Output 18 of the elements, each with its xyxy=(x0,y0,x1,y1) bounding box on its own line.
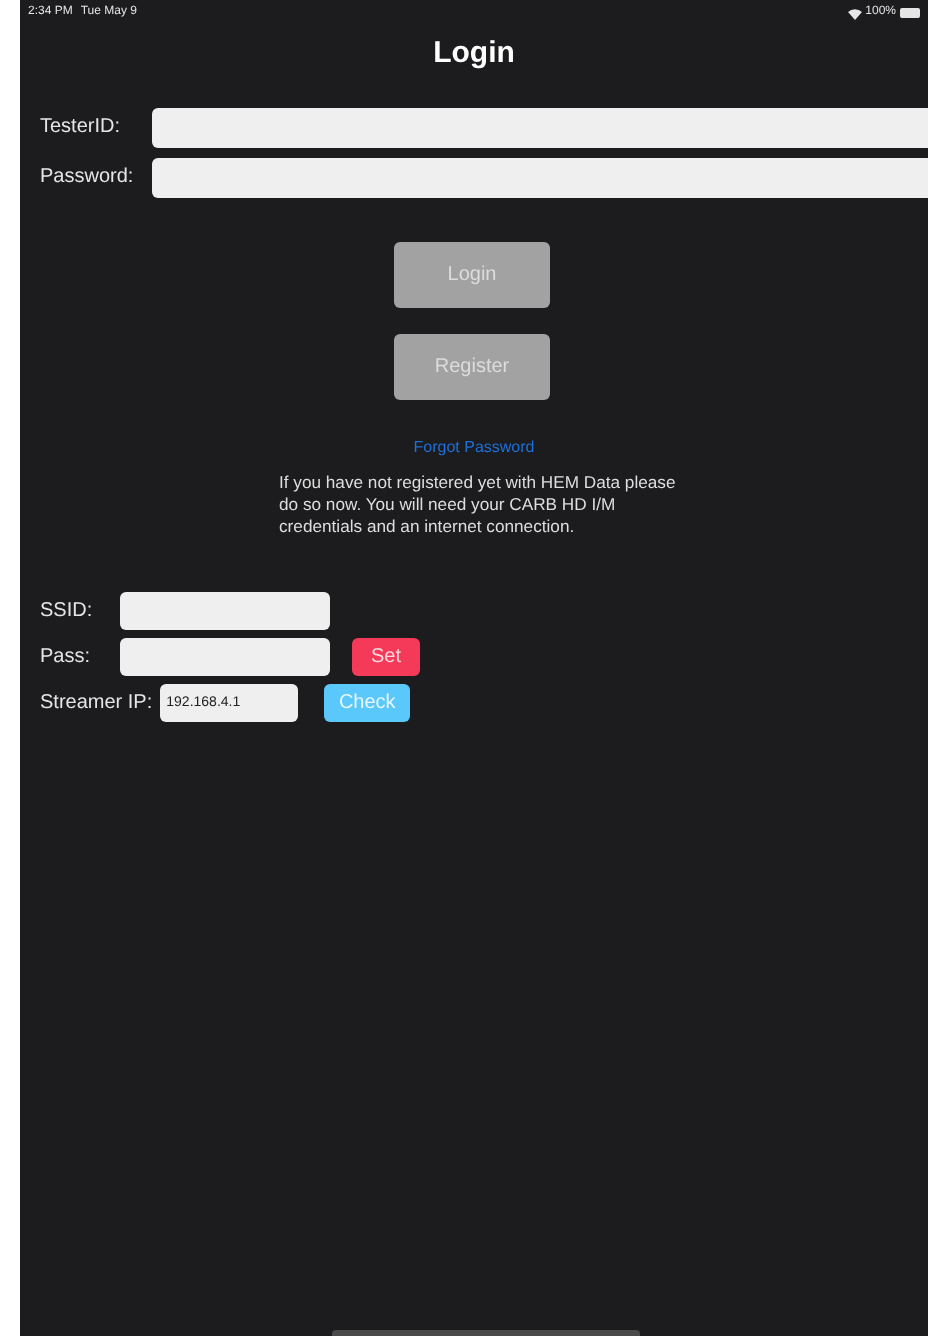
wifi-icon xyxy=(847,7,862,19)
pass-label: Pass: xyxy=(40,643,93,671)
set-button[interactable]: Set xyxy=(352,637,420,675)
battery-icon xyxy=(900,8,920,18)
field-label: Password: xyxy=(40,164,136,192)
field-label: TesterID: xyxy=(40,114,123,142)
ssid-field[interactable] xyxy=(120,591,330,629)
action-button[interactable]: Login xyxy=(394,241,550,307)
text-field[interactable] xyxy=(152,157,928,197)
ssid-label: SSID: xyxy=(40,597,95,625)
forgot-password-link[interactable]: Forgot Password xyxy=(413,435,535,459)
action-button[interactable]: Register xyxy=(394,333,550,399)
pass-field[interactable] xyxy=(120,637,330,675)
text-field[interactable] xyxy=(152,107,928,147)
registration-message: If you have not registered yet with HEM Data please do so now. You will need your CARB HD I/M credentials and an internet connection. xyxy=(279,471,678,537)
check-button[interactable]: Check xyxy=(324,683,411,721)
streamer-ip-label: Streamer IP: xyxy=(40,689,153,717)
page-title: Login xyxy=(433,34,515,74)
